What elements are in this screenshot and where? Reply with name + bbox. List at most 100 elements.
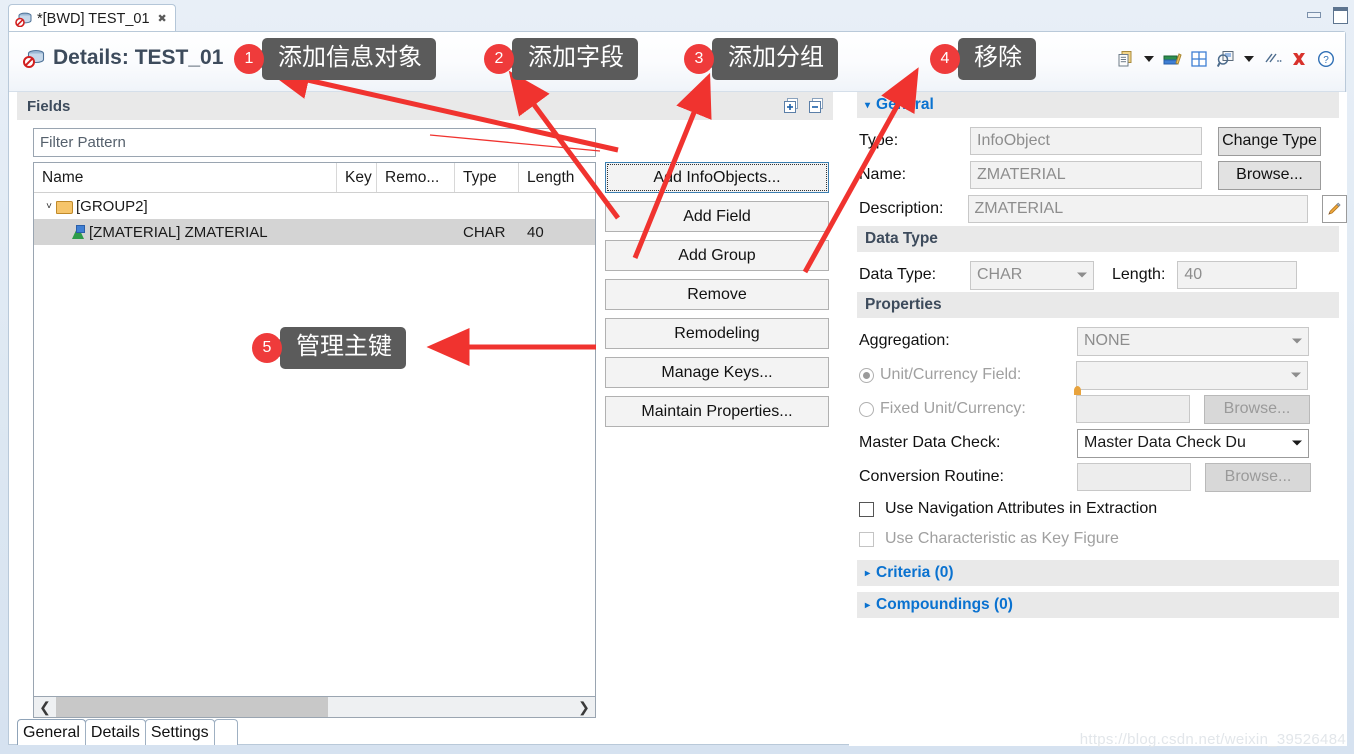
chevron-right-icon[interactable]: ▸ (865, 568, 870, 579)
caret-down-icon[interactable] (1244, 56, 1254, 62)
nav-attributes-checkbox[interactable] (859, 501, 874, 517)
aggregation-select[interactable]: NONE (1077, 326, 1309, 356)
change-type-button[interactable]: Change Type (1218, 126, 1321, 156)
aggregation-value: NONE (1084, 332, 1131, 349)
page-title: Details: TEST_01 (23, 46, 223, 70)
add-field-button[interactable]: Add Field (605, 201, 829, 232)
application-window: *[BWD] TEST_01 ✖ Details: TEST_01 ? Fiel… (0, 0, 1354, 754)
name-input[interactable]: ZMATERIAL (970, 161, 1202, 189)
scrollbar-track[interactable] (56, 697, 573, 717)
table-row[interactable]: [ZMATERIAL] ZMATERIAL CHAR 40 (34, 219, 595, 245)
row-name: [ZMATERIAL] ZMATERIAL (89, 223, 268, 241)
column-header-key[interactable]: Key (337, 163, 377, 192)
infoobject-icon (70, 224, 85, 240)
fields-tree[interactable]: Name Key Remo... Type Length ˅ [GROUP2] (33, 162, 596, 702)
chevron-down-icon[interactable]: ˅ (42, 201, 56, 212)
annotation-callout-1: 1 添加信息对象 (234, 38, 436, 80)
row-data-type: Data Type: CHAR Length: 40 (849, 258, 1347, 292)
unit-currency-radio[interactable] (859, 367, 874, 383)
data-type-label: Data Type: (859, 266, 937, 283)
row-aggregation: Aggregation: NONE (849, 324, 1347, 358)
column-header-type[interactable]: Type (455, 163, 519, 192)
section-compoundings[interactable]: ▸ Compoundings (0) (857, 592, 1339, 618)
fields-action-buttons: Add InfoObjects... Add Field Add Group R… (605, 162, 833, 435)
row-fixed-unit-currency: Fixed Unit/Currency: Browse... (849, 386, 1347, 426)
aggregation-label: Aggregation: (859, 332, 950, 349)
master-data-check-select[interactable]: Master Data Check Du (1077, 428, 1309, 458)
annotation-bubble-1: 添加信息对象 (262, 38, 436, 80)
tab-details[interactable]: Details (84, 719, 146, 745)
grid-icon[interactable] (1190, 50, 1208, 68)
annotation-badge-1: 1 (234, 43, 264, 74)
caret-down-icon[interactable] (1144, 56, 1154, 62)
description-input[interactable]: ZMATERIAL (967, 195, 1308, 223)
key-figure-label: Use Characteristic as Key Figure (885, 530, 1119, 547)
table-row[interactable]: ˅ [GROUP2] (34, 193, 595, 219)
editor-surface: Details: TEST_01 ? Fields Filter Pattern… (8, 31, 1347, 746)
annotation-badge-3: 3 (684, 43, 714, 74)
annotation-callout-5: 5 管理主键 (252, 327, 406, 369)
column-header-length[interactable]: Length (519, 163, 595, 192)
section-properties: Properties (857, 292, 1339, 318)
tree-header-row: Name Key Remo... Type Length (34, 163, 595, 193)
master-data-check-value: Master Data Check Du (1084, 434, 1246, 451)
row-type: Type: InfoObject Change Type (849, 124, 1347, 158)
fixed-unit-input[interactable] (1076, 395, 1190, 423)
section-general[interactable]: ▾ General (857, 92, 1339, 118)
books-icon[interactable] (1163, 50, 1182, 68)
folder-icon (56, 200, 73, 214)
infoprovider-icon (15, 11, 33, 27)
lines-icon[interactable] (1263, 50, 1282, 68)
annotation-bubble-5: 管理主键 (280, 327, 406, 369)
length-input[interactable]: 40 (1177, 261, 1298, 289)
pencil-icon[interactable] (1321, 195, 1347, 223)
collapse-all-icon[interactable] (808, 97, 825, 119)
minimize-icon[interactable] (1306, 6, 1321, 20)
chevron-right-icon[interactable]: ▸ (865, 600, 870, 611)
maintain-properties-button[interactable]: Maintain Properties... (605, 396, 829, 427)
expand-all-icon[interactable] (783, 97, 800, 119)
fixed-unit-radio[interactable] (859, 401, 874, 417)
manage-keys-button[interactable]: Manage Keys... (605, 357, 829, 388)
fields-header-icons (783, 97, 825, 119)
editor-tab-test01[interactable]: *[BWD] TEST_01 ✖ (8, 4, 176, 32)
copy-icon[interactable] (1117, 50, 1135, 68)
help-icon[interactable]: ? (1317, 50, 1335, 68)
delete-x-icon[interactable] (1290, 50, 1308, 68)
scroll-left-icon[interactable]: ❮ (34, 699, 56, 716)
annotation-bubble-2: 添加字段 (512, 38, 638, 80)
add-group-button[interactable]: Add Group (605, 240, 829, 271)
remove-button[interactable]: Remove (605, 279, 829, 310)
unit-currency-select[interactable] (1076, 360, 1308, 390)
filter-input[interactable]: Filter Pattern (33, 128, 596, 157)
scrollbar-thumb[interactable] (56, 697, 328, 717)
data-type-select[interactable]: CHAR (970, 260, 1094, 290)
chevron-down-icon[interactable]: ▾ (865, 100, 870, 111)
chevron-down-icon (1291, 372, 1301, 378)
annotation-badge-4: 4 (930, 43, 960, 74)
column-header-name[interactable]: Name (34, 163, 337, 192)
unit-currency-label: Unit/Currency Field: (880, 366, 1022, 383)
chevron-down-icon (1077, 272, 1087, 278)
close-icon[interactable]: ✖ (158, 12, 167, 25)
filter-placeholder: Filter Pattern (40, 134, 126, 151)
row-key-figure: Use Characteristic as Key Figure (849, 524, 1347, 554)
section-criteria[interactable]: ▸ Criteria (0) (857, 560, 1339, 586)
tab-spacer (213, 719, 238, 745)
column-header-remodeling[interactable]: Remo... (377, 163, 455, 192)
maximize-icon[interactable] (1332, 6, 1348, 24)
editor-body: Fields Filter Pattern Name Key Remo... T… (9, 92, 1347, 746)
horizontal-scrollbar[interactable]: ❮ ❯ (33, 696, 596, 718)
conversion-routine-input[interactable] (1077, 463, 1191, 491)
fields-panel: Fields Filter Pattern Name Key Remo... T… (9, 92, 841, 718)
browse-name-button[interactable]: Browse... (1218, 160, 1321, 190)
add-infoobjects-button[interactable]: Add InfoObjects... (605, 162, 829, 193)
remodeling-button[interactable]: Remodeling (605, 318, 829, 349)
tab-settings[interactable]: Settings (144, 719, 215, 745)
section-general-title: General (876, 96, 934, 113)
tab-general[interactable]: General (17, 719, 86, 745)
name-label: Name: (859, 166, 907, 183)
scroll-right-icon[interactable]: ❯ (573, 699, 595, 716)
fixed-unit-label: Fixed Unit/Currency: (880, 400, 1026, 417)
search-doc-icon[interactable] (1216, 50, 1235, 68)
